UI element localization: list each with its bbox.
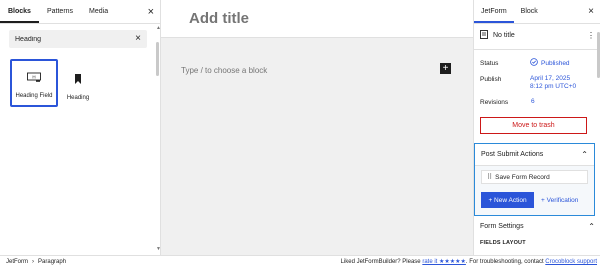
status-value[interactable]: Published bbox=[530, 58, 570, 68]
tab-blocks[interactable]: Blocks bbox=[0, 0, 39, 23]
tab-jetform[interactable]: JetForm bbox=[474, 0, 514, 23]
revisions-count[interactable]: 6 bbox=[531, 98, 535, 105]
tab-block[interactable]: Block bbox=[514, 0, 545, 23]
block-search: × bbox=[9, 30, 147, 48]
block-inserter-panel: Blocks Patterns Media × × H Heading Fiel… bbox=[0, 0, 161, 255]
action-item[interactable]: ⠿ Save Form Record bbox=[481, 170, 588, 184]
post-submit-header[interactable]: Post Submit Actions ⌃ bbox=[475, 144, 594, 166]
move-to-trash-button[interactable]: Move to trash bbox=[480, 117, 587, 134]
publish-date[interactable]: April 17, 2025 bbox=[530, 75, 570, 82]
chevron-up-icon[interactable]: ⌃ bbox=[581, 150, 588, 159]
breadcrumb-separator-icon: › bbox=[32, 258, 35, 265]
svg-text:H: H bbox=[32, 75, 35, 80]
document-title: No title bbox=[493, 31, 515, 39]
revisions-label: Revisions bbox=[480, 99, 509, 106]
breadcrumb: JetForm › Paragraph bbox=[0, 259, 66, 265]
settings-sidebar: JetForm Block × No title ⋮ Status Publis… bbox=[473, 0, 600, 255]
rate-link[interactable]: rate it ★★★★★ bbox=[422, 259, 466, 265]
block-item-label: Heading bbox=[66, 95, 90, 101]
close-inserter-icon[interactable]: × bbox=[148, 5, 154, 19]
drag-handle-icon[interactable]: ⠿ bbox=[487, 173, 492, 181]
close-sidebar-icon[interactable]: × bbox=[588, 5, 594, 19]
more-options-icon[interactable]: ⋮ bbox=[587, 31, 595, 40]
add-block-button[interactable]: + bbox=[440, 63, 451, 74]
breadcrumb-item-jetform[interactable]: JetForm bbox=[6, 259, 28, 265]
divider bbox=[474, 49, 600, 50]
form-settings-header[interactable]: Form Settings ⌃ bbox=[480, 222, 595, 231]
footer-msg-prefix: Liked JetFormBuilder? Please bbox=[340, 259, 423, 265]
block-item-label: Heading Field bbox=[15, 93, 53, 99]
title-area: Add title bbox=[161, 0, 473, 38]
block-item-heading[interactable]: Heading bbox=[54, 59, 102, 107]
inserter-scrollbar[interactable] bbox=[156, 42, 159, 76]
tab-patterns[interactable]: Patterns bbox=[39, 0, 81, 23]
post-title-input[interactable]: Add title bbox=[189, 10, 249, 27]
publish-label: Publish bbox=[480, 76, 502, 83]
action-label: Save Form Record bbox=[495, 173, 550, 181]
inserter-tabs: Blocks Patterns Media × bbox=[0, 0, 160, 24]
post-submit-actions-panel: Post Submit Actions ⌃ ⠿ Save Form Record… bbox=[474, 143, 595, 216]
sidebar-tabs: JetForm Block × bbox=[474, 0, 600, 24]
bookmark-icon bbox=[74, 74, 82, 86]
heading-field-icon: H bbox=[27, 72, 41, 84]
block-placeholder[interactable]: Type / to choose a block bbox=[181, 66, 267, 75]
document-summary: No title ⋮ bbox=[480, 29, 595, 41]
publish-time[interactable]: 8:12 pm UTC+0 bbox=[530, 83, 576, 90]
editor-canvas: Add title Type / to choose a block + bbox=[161, 0, 473, 255]
breadcrumb-item-paragraph[interactable]: Paragraph bbox=[38, 259, 66, 265]
footer-message: Liked JetFormBuilder? Please rate it ★★★… bbox=[341, 258, 600, 265]
form-settings-title: Form Settings bbox=[480, 223, 524, 230]
support-link[interactable]: Crocoblock support bbox=[545, 259, 597, 265]
status-label: Status bbox=[480, 60, 499, 67]
document-icon bbox=[480, 29, 488, 41]
verification-button[interactable]: + Verification bbox=[541, 192, 578, 208]
footer-bar: JetForm › Paragraph Liked JetFormBuilder… bbox=[0, 255, 600, 267]
fields-layout-label: FIELDS LAYOUT bbox=[480, 240, 526, 246]
new-action-button[interactable]: + New Action bbox=[481, 192, 534, 208]
footer-msg-middle: . For troubleshooting, contact bbox=[465, 259, 546, 265]
block-item-heading-field[interactable]: H Heading Field bbox=[10, 59, 58, 107]
post-submit-title: Post Submit Actions bbox=[481, 151, 544, 158]
tab-media[interactable]: Media bbox=[81, 0, 116, 23]
block-search-input[interactable] bbox=[15, 35, 125, 43]
published-check-icon bbox=[530, 58, 538, 68]
chevron-up-icon[interactable]: ⌃ bbox=[588, 222, 595, 231]
status-text: Published bbox=[541, 59, 570, 67]
clear-search-icon[interactable]: × bbox=[135, 34, 141, 44]
